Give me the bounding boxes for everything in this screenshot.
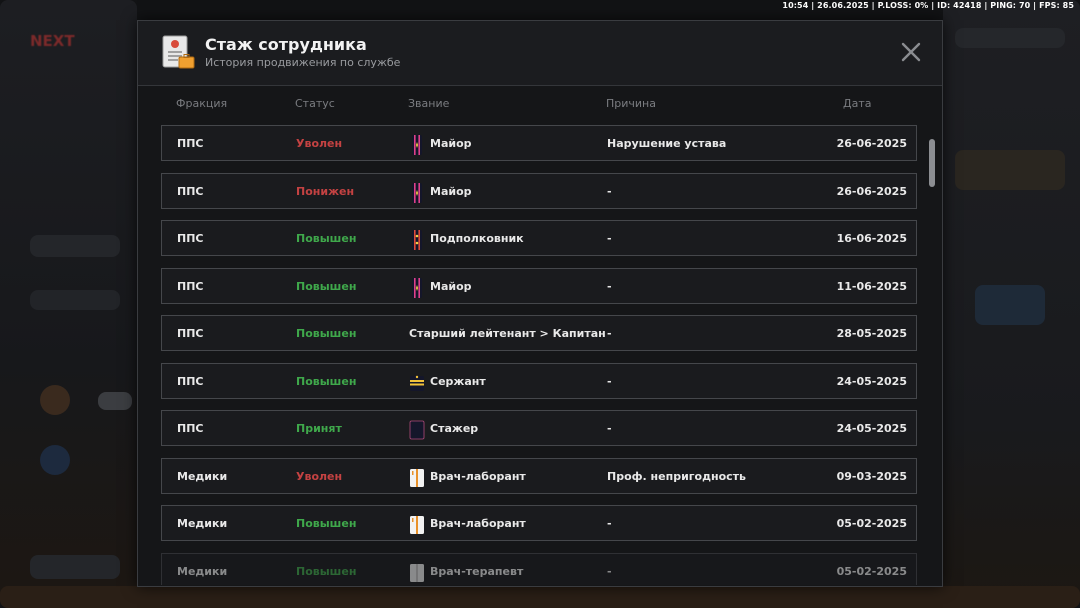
row-rank-label: Старший лейтенант > Капитан [409,327,606,340]
hud-status-bar: 10:54 | 26.06.2025 | P.LOSS: 0% | ID: 42… [782,1,1074,10]
major-epaulette-icon [409,277,425,298]
row-status: Повышен [296,564,357,578]
lt-colonel-epaulette-icon [409,229,425,250]
row-reason: - [607,517,612,530]
row-faction: Медики [177,469,228,483]
row-rank-label: Стажер [430,422,479,435]
scrollbar-thumb[interactable] [929,139,935,187]
row-faction: Медики [177,517,228,530]
row-status: Повышен [296,517,357,530]
row-status: Повышен [296,279,357,293]
medic-coat-icon [409,514,425,534]
row-status: Повышен [296,327,357,340]
employee-service-dialog: Стаж сотрудника История продвижения по с… [137,20,943,587]
bg-logo: NEXT [30,32,75,50]
table-row[interactable]: ППС Повышен Майор - 11-06-2025 [161,267,917,305]
row-rank: Старший лейтенант > Капитан [409,316,606,352]
row-rank: Майор [409,174,472,210]
row-rank: Врач-лаборант [409,506,526,542]
table-row[interactable]: Медики Уволен Врач-лаборант Проф. непригодн… [161,457,917,495]
doctor-coat-icon [409,562,425,582]
row-faction: ППС [177,184,204,198]
row-reason: - [607,422,612,435]
column-header-reason: Причина [606,97,656,110]
column-header-date: Дата [843,97,872,110]
row-rank-label: Майор [430,279,472,293]
row-reason: - [607,564,612,578]
row-rank-label: Врач-лаборант [430,469,526,483]
table-row[interactable]: Медики Повышен Врач-лаборант - 05-02-2025 [161,505,917,541]
row-faction: Медики [177,564,228,578]
column-header-faction: Фракция [176,97,228,110]
row-date: 05-02-2025 [836,517,907,530]
row-rank: Стажер [409,411,478,447]
row-rank-label: Майор [430,184,472,198]
row-faction: ППС [177,374,204,388]
row-rank-label: Врач-терапевт [430,564,524,578]
row-rank: Майор [409,269,472,305]
row-reason: Нарушение устава [607,137,727,150]
history-list[interactable]: ППС Уволен Майор Нарушение устава 26-06-2025… [161,125,919,585]
dialog-header: Стаж сотрудника История продвижения по с… [138,21,942,86]
table-row[interactable]: ППС Принят Стажер - 24-05-2025 [161,410,917,446]
row-faction: ППС [177,232,204,245]
row-rank-label: Сержант [430,374,486,388]
table-row[interactable]: Медики Повышен Врач-терапевт - 05-02-2025 [161,552,917,586]
medic-coat-icon [409,467,425,487]
row-faction: ППС [177,422,204,435]
row-status: Повышен [296,374,357,388]
major-epaulette-icon [409,182,425,203]
row-status: Принят [296,422,342,435]
row-status: Уволен [296,469,343,483]
row-reason: - [607,279,612,293]
dialog-subtitle: История продвижения по службе [205,56,401,69]
row-faction: ППС [177,279,204,293]
table-row[interactable]: ППС Уволен Майор Нарушение устава 26-06-2025 [161,125,917,161]
row-date: 28-05-2025 [836,327,907,340]
row-rank: Врач-лаборант [409,459,526,495]
sergeant-epaulette-icon [409,372,425,392]
row-faction: ППС [177,327,204,340]
row-date: 26-06-2025 [836,184,907,198]
row-reason: Проф. непригодность [607,469,746,483]
table-header: Фракция Статус Звание Причина Дата [138,97,942,113]
row-rank: Майор [409,126,472,162]
row-date: 24-05-2025 [836,422,907,435]
row-reason: - [607,184,612,198]
row-date: 11-06-2025 [836,279,907,293]
row-date: 26-06-2025 [836,137,907,150]
row-reason: - [607,374,612,388]
document-briefcase-icon [162,35,195,69]
row-date: 05-02-2025 [836,564,907,578]
row-status: Уволен [296,137,343,150]
trainee-epaulette-icon [409,419,425,440]
column-header-rank: Звание [408,97,450,110]
row-date: 24-05-2025 [836,374,907,388]
row-rank-label: Майор [430,137,472,150]
dialog-title: Стаж сотрудника [205,35,367,54]
row-reason: - [607,327,612,340]
row-rank: Сержант [409,364,486,400]
row-faction: ППС [177,137,204,150]
row-status: Повышен [296,232,357,245]
table-row[interactable]: ППС Понижен Майор - 26-06-2025 [161,172,917,210]
row-rank-label: Подполковник [430,232,524,245]
major-epaulette-icon [409,134,425,155]
row-date: 16-06-2025 [836,232,907,245]
row-rank: Врач-терапевт [409,554,523,586]
row-rank-label: Врач-лаборант [430,517,526,530]
table-row[interactable]: ППС Повышен Подполковник - 16-06-2025 [161,220,917,256]
table-row[interactable]: ППС Повышен Сержант - 24-05-2025 [161,362,917,400]
table-row[interactable]: ППС Повышен Старший лейтенант > Капитан - 28… [161,315,917,351]
row-rank: Подполковник [409,221,524,257]
row-reason: - [607,232,612,245]
close-icon[interactable] [900,41,922,63]
column-header-status: Статус [295,97,335,110]
row-date: 09-03-2025 [836,469,907,483]
row-status: Понижен [296,184,355,198]
